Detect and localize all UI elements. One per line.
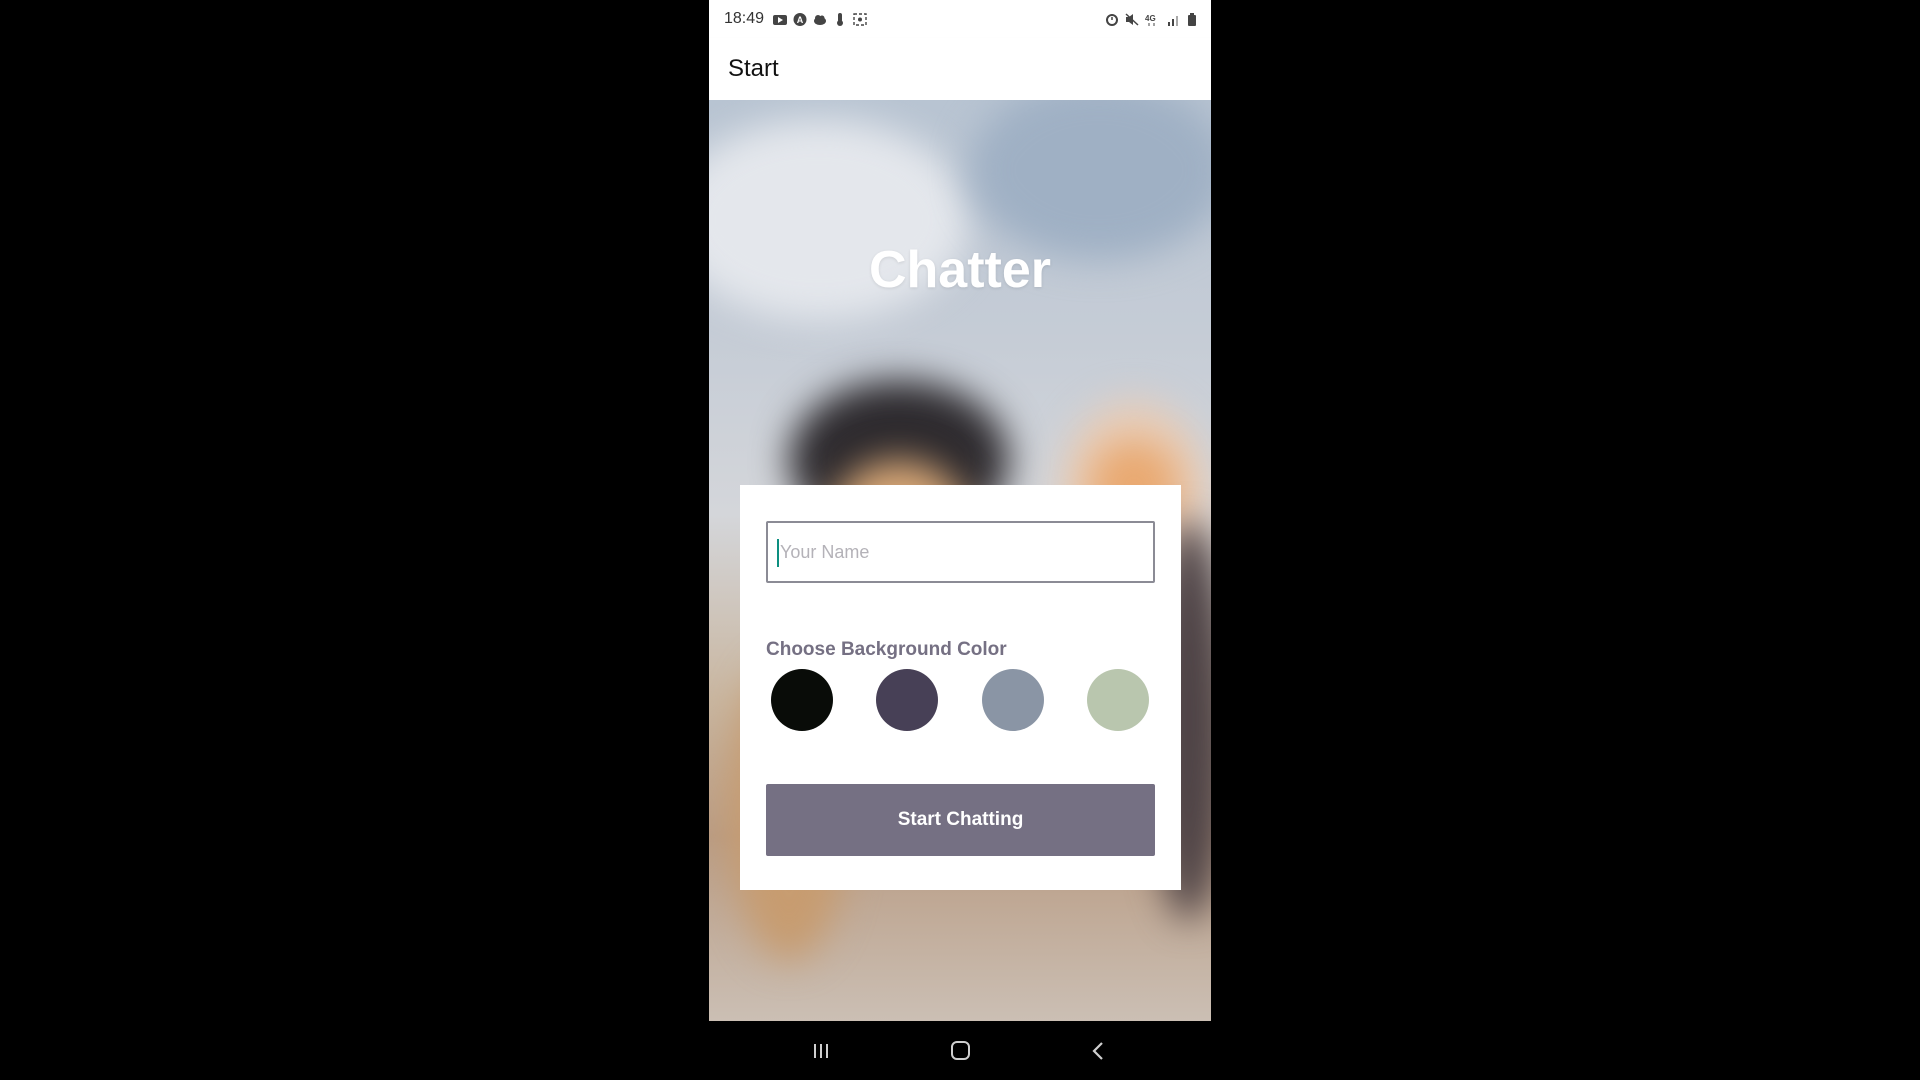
text-cursor	[777, 539, 779, 567]
start-chatting-button[interactable]: Start Chatting	[766, 784, 1155, 856]
phone-screen: 18:49 A 4G Start Chatter Choose Ba	[709, 0, 1211, 1080]
alarm-icon	[1106, 13, 1118, 26]
battery-icon	[1188, 12, 1196, 26]
svg-text:4G: 4G	[1145, 14, 1156, 23]
navigation-bar	[709, 1021, 1211, 1080]
color-swatch-purple[interactable]	[876, 669, 938, 731]
a-circle-icon: A	[793, 12, 807, 26]
status-bar: 18:49 A 4G	[709, 0, 1211, 38]
color-swatch-black[interactable]	[771, 669, 833, 731]
status-time: 18:49	[724, 10, 765, 27]
app-bar: Start	[709, 38, 1211, 100]
home-icon[interactable]	[945, 1039, 975, 1063]
start-card: Choose Background Color Start Chatting	[740, 485, 1181, 890]
cloud-icon	[814, 14, 827, 25]
screenshot-icon	[853, 12, 867, 26]
youtube-icon	[773, 14, 788, 25]
color-swatch-sage-green[interactable]	[1087, 669, 1149, 731]
color-picker-label: Choose Background Color	[766, 639, 1007, 660]
thermometer-icon	[837, 12, 844, 26]
svg-text:A: A	[797, 15, 804, 25]
signal-icon	[1168, 15, 1178, 26]
app-title: Chatter	[868, 241, 1052, 299]
back-icon[interactable]	[1083, 1039, 1113, 1063]
color-swatch-grey-blue[interactable]	[982, 669, 1044, 731]
recent-apps-icon[interactable]	[806, 1039, 836, 1063]
color-swatches	[771, 669, 1151, 731]
app-bar-title: Start	[728, 55, 779, 82]
name-input[interactable]	[766, 521, 1155, 583]
mute-icon	[1125, 12, 1139, 26]
network-4g-icon: 4G	[1145, 14, 1156, 26]
